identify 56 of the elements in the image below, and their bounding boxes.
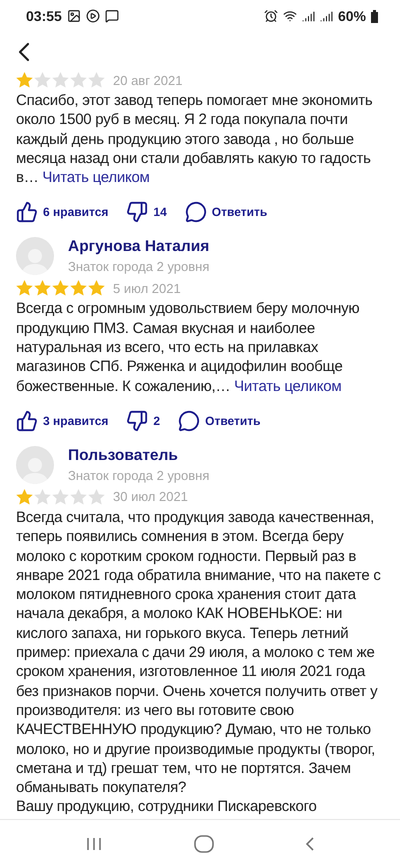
thumbs-up-icon xyxy=(16,201,38,224)
like-button[interactable]: 6 нравится xyxy=(16,201,108,224)
reply-button[interactable]: Ответить xyxy=(178,410,261,432)
review-text: Вашу продукцию, сотрудники Пискаревского xyxy=(16,797,318,817)
review-text: Спасибо, этот завод теперь помогает мне экономить около 1500 руб в месяц. Я 2 года покупала почти каждый день продукцию этого завода , но больше месяца назад они стали добавлять какую то гадость в… Читать целиком xyxy=(16,91,374,188)
review-text: Всегда с огромным удовольствием беру молочную продукцию ПМЗ. Самая вкусная и наиболее натуральная из всего, что есть на прилавках магазинов СПб. Ряженка и ацидофилин вообще божественные. К сожалению,… Читать целиком xyxy=(16,299,360,396)
star-icon xyxy=(70,280,87,296)
star-icon xyxy=(88,488,105,505)
home-button[interactable] xyxy=(194,834,214,852)
thumbs-down-icon xyxy=(126,410,148,432)
star-icon xyxy=(52,488,69,505)
avatar-placeholder xyxy=(16,237,54,276)
avatar-placeholder xyxy=(16,446,54,484)
battery-icon xyxy=(371,10,378,22)
star-icon xyxy=(16,488,33,505)
star-icon xyxy=(16,280,33,296)
chevron-left-icon xyxy=(306,836,314,850)
speech-bubble-icon xyxy=(178,410,200,432)
author-name[interactable]: Пользователь xyxy=(68,446,210,465)
alarm-icon xyxy=(264,9,278,23)
star-icon xyxy=(52,280,69,296)
message-icon xyxy=(104,9,119,23)
review-date: 30 июл 2021 xyxy=(113,489,188,504)
signal-icon xyxy=(320,10,333,22)
thumbs-down-icon xyxy=(126,201,148,224)
speech-bubble-icon xyxy=(184,201,207,224)
thumbs-up-icon xyxy=(16,410,38,432)
star-icon xyxy=(16,72,33,88)
star-icon xyxy=(34,488,51,505)
picture-icon xyxy=(66,9,81,23)
signal-icon xyxy=(302,10,315,22)
author-level: Знаток города 2 уровня xyxy=(68,468,210,483)
review-date: 20 авг 2021 xyxy=(113,72,182,88)
author-level: Знаток города 2 уровня xyxy=(68,259,210,274)
star-icon xyxy=(52,72,69,88)
star-icon xyxy=(70,488,87,505)
star-icon xyxy=(34,72,51,88)
like-button[interactable]: 3 нравится xyxy=(16,410,108,432)
back-nav-button[interactable] xyxy=(306,836,314,850)
review-date: 5 июл 2021 xyxy=(113,280,181,296)
dislike-button[interactable]: 2 xyxy=(126,410,160,432)
status-time: 03:55 xyxy=(26,8,62,24)
dislike-button[interactable]: 14 xyxy=(126,201,167,224)
reply-button[interactable]: Ответить xyxy=(184,201,268,224)
recent-apps-button[interactable] xyxy=(86,836,102,852)
read-more-link[interactable]: Читать целиком xyxy=(234,378,342,395)
review-text: Всегда считала, что продукция завода качественная, теперь появились сомнения в этом. Всегда беру молоко с коротким сроком годности. Первый раз в январе 2021 года обратила внимание, что на пакете с молоком пятидневного срока хранения стоит дата начала декабря, а молоко КАК НОВЕНЬКОЕ: ни кислого запаха, ни горького вкуса. Теперь летний пример: приехала с дачи 29 июля, а молоко с тем же сроком хранения, изготовленное 11 июля 2021 года без признаков порчи. Очень хочется получить ответ у производителя: из чего вы готовите свою КАЧЕСТВЕННУЮ продукцию? Думаю, что не только молоко, но и другие производимые продукты (творог, сметана и тд) грешат тем, что не портятся. Зачем обманывать покупателя? xyxy=(16,508,382,798)
star-icon xyxy=(88,280,105,296)
star-icon xyxy=(34,280,51,296)
read-more-link[interactable]: Читать целиком xyxy=(42,169,150,186)
star-icon xyxy=(88,72,105,88)
battery-percent: 60% xyxy=(338,8,366,24)
wifi-icon xyxy=(282,9,297,23)
star-icon xyxy=(70,72,87,88)
author-name[interactable]: Аргунова Наталия xyxy=(68,238,210,256)
play-icon xyxy=(86,9,100,23)
